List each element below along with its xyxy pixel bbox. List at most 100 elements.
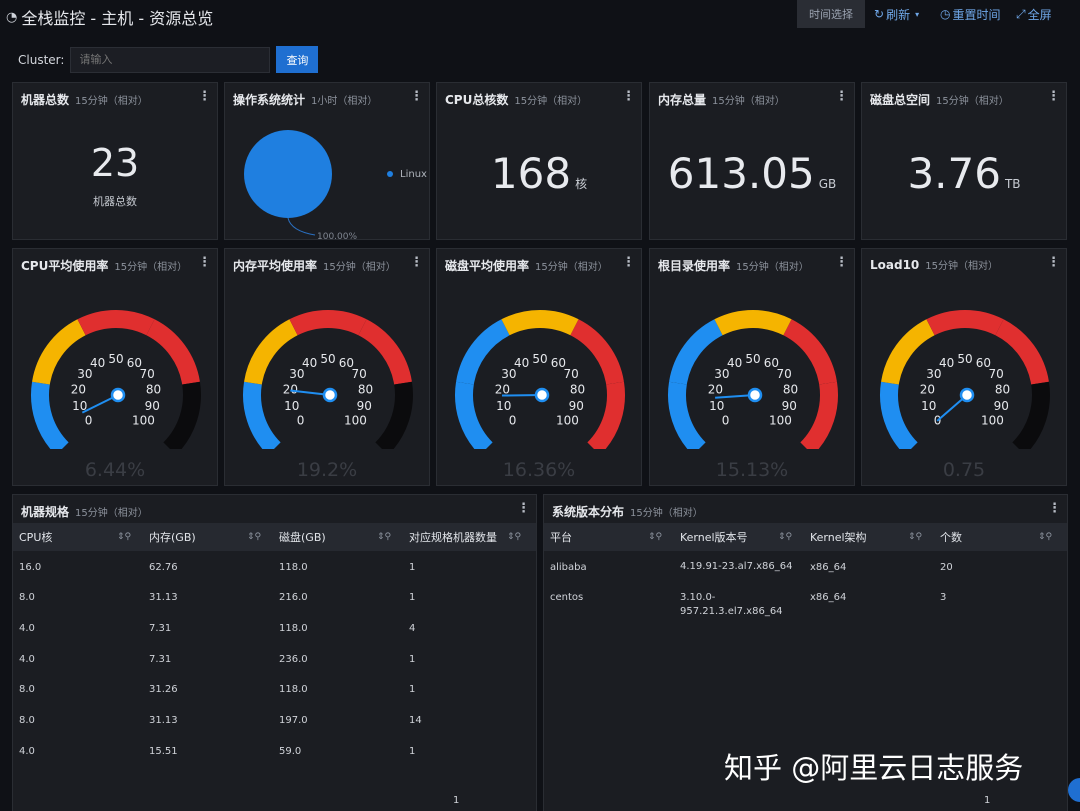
sort-search-icon[interactable]: ⇕⚲	[247, 523, 261, 551]
more-icon[interactable]: ⋮	[622, 89, 635, 104]
page-number[interactable]: 1	[984, 795, 990, 806]
column-header[interactable]: Kernel版本号	[680, 523, 748, 551]
table-cell: 62.76	[149, 561, 178, 573]
gauge-band	[587, 381, 625, 449]
table-row[interactable]: 4.0 15.51 59.0 1	[13, 736, 536, 766]
gauge-tick-label: 100	[556, 413, 579, 427]
panel-title: 内存总量	[658, 93, 707, 107]
help-button[interactable]	[1068, 778, 1080, 802]
gauge-tick-label: 50	[745, 352, 760, 366]
gauge-band	[669, 319, 723, 385]
page-title-text: 全栈监控 - 主机 - 资源总览	[21, 9, 214, 28]
table-cell: x86_64	[810, 561, 847, 573]
more-icon[interactable]: ⋮	[1047, 89, 1060, 104]
gauge-tick-label: 80	[146, 382, 161, 396]
table-cell: 15.51	[149, 745, 178, 757]
gauge-tick-label: 70	[776, 367, 791, 381]
gauge-tick-label: 100	[344, 413, 367, 427]
gauge-tick-label: 50	[320, 352, 335, 366]
time-select-button[interactable]: 时间选择	[797, 0, 865, 28]
gauge-tick-label: 0	[297, 413, 305, 427]
table-cell: 4.19.91-23.al7.x86_64	[680, 561, 793, 572]
table-row[interactable]: 8.0 31.13 216.0 1	[13, 583, 536, 613]
gauge-tick-label: 0	[509, 413, 517, 427]
column-header[interactable]: 对应规格机器数量	[409, 523, 497, 551]
table-cell: 14	[409, 715, 422, 726]
column-header[interactable]: CPU核	[19, 523, 52, 551]
table-cell: 7.31	[149, 653, 172, 665]
gauge-band	[668, 381, 706, 449]
panel-cpu-cores: CPU总核数 15分钟（相对） ⋮ 168 核	[436, 82, 642, 240]
panel-gauge: 根目录使用率 15分钟（相对） ⋮ 15.13% 0 10 20 30 40 50 60 70 80…	[649, 248, 855, 486]
table-row[interactable]: 8.0 31.13 197.0 14	[13, 706, 536, 736]
mem-total-unit: GB	[818, 177, 837, 191]
more-icon[interactable]: ⋮	[835, 89, 848, 104]
table-row[interactable]: 8.0 31.26 118.0 1	[13, 675, 536, 705]
gauge-tick-label: 20	[283, 382, 298, 396]
gauge-tick-label: 80	[358, 382, 373, 396]
column-header[interactable]: 个数	[940, 523, 962, 551]
pie-pct-label: 100.00%	[317, 232, 357, 240]
gauge-band	[570, 319, 624, 385]
sort-search-icon[interactable]: ⇕⚲	[117, 523, 131, 551]
disk-total-value: 3.76	[907, 149, 1001, 198]
gauge-band	[243, 381, 281, 449]
reset-time-button[interactable]: ◷ 重置时间	[940, 0, 1001, 28]
gauge-tick-label: 90	[782, 399, 797, 413]
sort-search-icon[interactable]: ⇕⚲	[1038, 523, 1052, 551]
page-title: ◔ 全栈监控 - 主机 - 资源总览	[6, 5, 213, 29]
table-row[interactable]: 4.0 7.31 236.0 1	[13, 644, 536, 674]
gauge-tick-label: 50	[532, 352, 547, 366]
panel-gauge: CPU平均使用率 15分钟（相对） ⋮ 6.44% 0 10 20 30 40 50 60 70 8…	[12, 248, 218, 486]
sort-search-icon[interactable]: ⇕⚲	[377, 523, 391, 551]
disk-total-unit: TB	[1004, 177, 1021, 191]
gauge-tick-label: 40	[302, 356, 317, 370]
pie-slice-linux[interactable]	[244, 130, 332, 218]
query-button[interactable]: 查询	[276, 46, 319, 73]
gauge-needle-hub	[747, 387, 763, 403]
mem-total-value: 613.05	[667, 149, 815, 198]
machine-count-sub: 机器总数	[93, 195, 137, 208]
table-cell: 3.10.0-957.21.3.el7.x86_64	[680, 591, 783, 617]
more-icon[interactable]: ⋮	[198, 89, 211, 104]
table-row[interactable]: 16.0 62.76 118.0 1	[13, 552, 536, 582]
gauge-band	[455, 381, 493, 449]
panel-range: 15分钟（相对）	[630, 508, 703, 519]
table-row[interactable]: centos 3.10.0-957.21.3.el7.x86_64 x86_64 3	[544, 583, 1067, 617]
pie-leader-line	[287, 217, 316, 236]
page-number[interactable]: 1	[453, 795, 459, 806]
cluster-input[interactable]	[70, 46, 271, 73]
column-header[interactable]: 内存(GB)	[149, 523, 196, 551]
more-icon[interactable]: ⋮	[517, 501, 530, 516]
fullscreen-button[interactable]: ⤢ 全屏	[1016, 0, 1052, 28]
os-pie-chart: 100.00% Linux	[244, 130, 427, 240]
table-row[interactable]: alibaba 4.19.91-23.al7.x86_64 x86_64 20	[544, 552, 1067, 582]
table-header: CPU核 ⇕⚲ 内存(GB) ⇕⚲ 磁盘(GB) ⇕⚲ 对应规格机器数量 ⇕⚲	[13, 523, 536, 551]
table-cell: 1	[409, 592, 416, 604]
table-cell: 31.13	[149, 715, 178, 726]
gauge-band	[77, 310, 155, 336]
gauge-tick-label: 40	[514, 356, 529, 370]
table-cell: 1	[409, 561, 416, 573]
sort-search-icon[interactable]: ⇕⚲	[908, 523, 922, 551]
refresh-button[interactable]: ↻ 刷新 ▾	[874, 0, 919, 28]
gauge-chart: 0102030405060708090100	[668, 310, 838, 449]
panel-gauge: 内存平均使用率 15分钟（相对） ⋮ 19.2% 0 10 20 30 40 50 60 70 80…	[224, 248, 430, 486]
panel-title: 机器规格	[21, 505, 70, 519]
gauge-tick-label: 70	[988, 367, 1003, 381]
table-cell: 236.0	[279, 653, 308, 665]
gauge-band	[244, 319, 298, 385]
sort-search-icon[interactable]: ⇕⚲	[778, 523, 792, 551]
machine-count-value: 23	[90, 141, 140, 185]
gauge-tick-label: 40	[90, 356, 105, 370]
legend-linux[interactable]: Linux	[400, 169, 427, 180]
panel-disk-total: 磁盘总空间 15分钟（相对） ⋮ 3.76 TB	[861, 82, 1067, 240]
column-header[interactable]: 磁盘(GB)	[279, 523, 326, 551]
column-header[interactable]: 平台	[550, 523, 572, 551]
column-header[interactable]: Kernel架构	[810, 523, 867, 551]
gauge-band	[926, 310, 1004, 336]
table-row[interactable]: 4.0 7.31 118.0 4	[13, 613, 536, 643]
sort-search-icon[interactable]: ⇕⚲	[507, 523, 521, 551]
more-icon[interactable]: ⋮	[1048, 501, 1061, 516]
sort-search-icon[interactable]: ⇕⚲	[648, 523, 662, 551]
